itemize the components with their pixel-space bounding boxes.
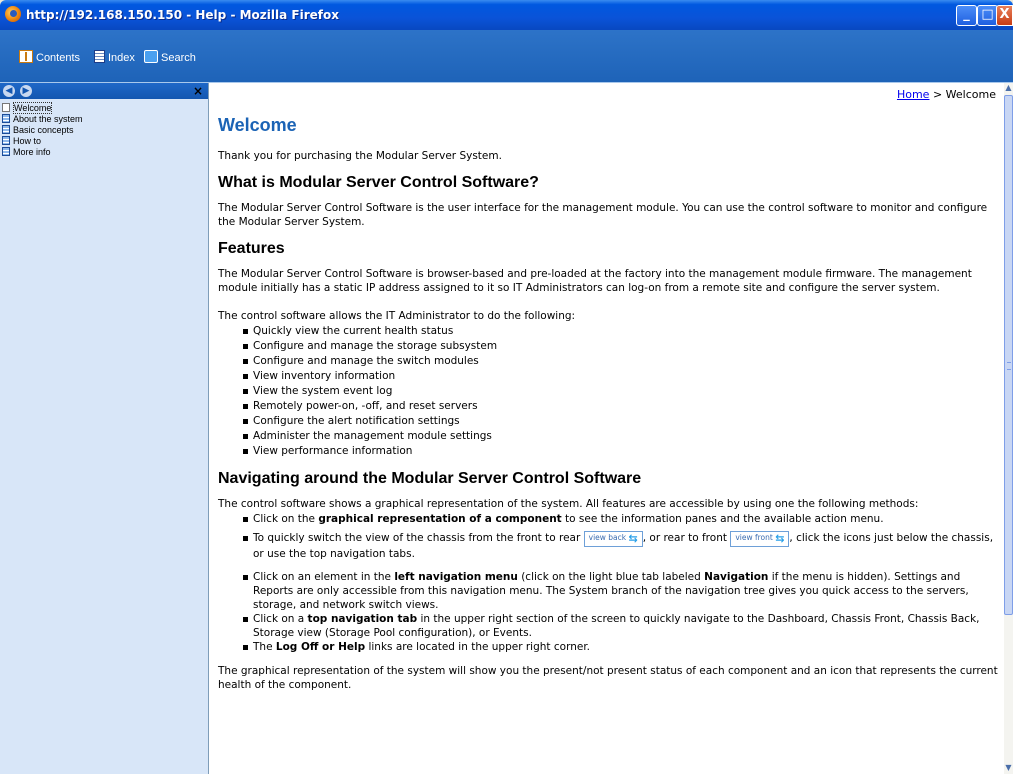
what-is-text: The Modular Server Control Software is t… xyxy=(218,202,988,228)
view-front-button[interactable]: view front ⇆ xyxy=(730,531,790,547)
tree-item-label: About the system xyxy=(13,114,83,124)
scroll-down-icon[interactable]: ▼ xyxy=(1004,763,1013,773)
text: To quickly switch the view of the chassi… xyxy=(253,532,584,544)
tree-item-label: Basic concepts xyxy=(13,125,74,135)
navigating-list: Click on the graphical representation of… xyxy=(218,512,998,654)
list-item: The Log Off or Help links are located in… xyxy=(243,640,998,654)
scrollbar-thumb[interactable] xyxy=(1004,95,1013,615)
section-heading-what-is: What is Modular Server Control Software? xyxy=(218,174,539,191)
list-item: Click on a top navigation tab in the upp… xyxy=(243,612,998,640)
tree-item-label: How to xyxy=(13,136,42,146)
list-item: Configure the alert notification setting… xyxy=(243,414,998,429)
article-body: Welcome Thank you for purchasing the Mod… xyxy=(218,115,998,703)
tab-index-label: Index xyxy=(108,52,135,64)
features-text: The Modular Server Control Software is b… xyxy=(218,268,972,294)
tree-item-label: Welcome xyxy=(13,102,53,114)
maximize-button[interactable]: □ xyxy=(977,5,998,26)
list-item: View performance information xyxy=(243,444,998,459)
tab-search-label: Search xyxy=(161,52,196,64)
intro-text: Thank you for purchasing the Modular Ser… xyxy=(218,150,502,162)
tab-contents[interactable]: Contents xyxy=(19,50,80,64)
back-icon[interactable]: ◀ xyxy=(3,85,15,97)
grip-icon xyxy=(1007,362,1011,370)
section-heading-navigating: Navigating around the Modular Server Con… xyxy=(218,470,642,487)
tree-item-label: More info xyxy=(13,147,51,157)
text: Click on an element in the xyxy=(253,571,395,583)
list-item: Administer the management module setting… xyxy=(243,429,998,444)
tree-item-how-to[interactable]: How to xyxy=(2,136,83,146)
allows-text: The control software allows the IT Admin… xyxy=(218,310,576,322)
breadcrumb-current: Welcome xyxy=(945,88,996,101)
page-icon xyxy=(2,103,10,112)
list-item: View inventory information xyxy=(243,369,998,384)
navigating-intro: The control software shows a graphical r… xyxy=(218,498,919,510)
tree-item-more-info[interactable]: More info xyxy=(2,147,83,157)
swap-arrows-icon: ⇆ xyxy=(775,532,785,545)
tab-search[interactable]: Search xyxy=(144,50,196,64)
list-item: Configure and manage the switch modules xyxy=(243,354,998,369)
list-item: Quickly view the current health status xyxy=(243,324,998,339)
section-heading-features: Features xyxy=(218,240,285,257)
search-icon xyxy=(144,50,158,63)
text: links are located in the upper right cor… xyxy=(365,641,591,653)
help-content-pane: Home > Welcome Welcome Thank you for pur… xyxy=(209,83,1004,774)
bold-text: left navigation menu xyxy=(394,571,518,583)
index-icon xyxy=(94,50,105,63)
contents-tree: Welcome About the system Basic concepts … xyxy=(2,102,83,158)
close-pane-button[interactable]: × xyxy=(193,83,203,99)
close-window-button[interactable]: X xyxy=(996,5,1013,26)
book-icon xyxy=(2,114,10,123)
list-item: Configure and manage the storage subsyst… xyxy=(243,339,998,354)
tree-item-basic-concepts[interactable]: Basic concepts xyxy=(2,125,83,135)
scroll-up-icon[interactable]: ▲ xyxy=(1004,83,1013,93)
book-icon xyxy=(2,147,10,156)
contents-pane: ◀ ▶ × Welcome About the system Basic con… xyxy=(0,83,209,774)
page-title: Welcome xyxy=(218,115,297,135)
tab-index[interactable]: Index xyxy=(94,50,135,64)
view-front-label: view front xyxy=(735,533,773,542)
closing-text: The graphical representation of the syst… xyxy=(218,665,998,691)
bold-text: graphical representation of a component xyxy=(318,513,562,525)
forward-icon[interactable]: ▶ xyxy=(20,85,32,97)
tree-item-about-the-system[interactable]: About the system xyxy=(2,114,83,124)
window-titlebar[interactable]: http://192.168.150.150 - Help - Mozilla … xyxy=(0,0,1013,30)
tab-contents-label: Contents xyxy=(36,52,81,64)
contents-pane-header: ◀ ▶ × xyxy=(0,83,208,99)
swap-arrows-icon: ⇆ xyxy=(628,532,638,545)
view-back-button[interactable]: view back ⇆ xyxy=(583,531,643,547)
text: , or rear to front xyxy=(642,532,731,544)
text: Click on a xyxy=(253,613,308,625)
book-icon xyxy=(2,136,10,145)
breadcrumb-separator: > xyxy=(929,88,946,101)
bold-text: top navigation tab xyxy=(307,613,418,625)
view-back-label: view back xyxy=(588,533,627,542)
content-scrollbar[interactable]: ▲ ▼ xyxy=(1004,83,1013,774)
tree-item-welcome[interactable]: Welcome xyxy=(2,102,83,114)
help-toolbar: Contents Index Search xyxy=(0,30,1013,83)
text: The xyxy=(253,641,276,653)
text: Click on the xyxy=(253,513,319,525)
list-item: Click on an element in the left navigati… xyxy=(243,570,998,612)
firefox-icon xyxy=(5,6,21,22)
bold-text: Log Off or Help xyxy=(275,641,366,653)
list-item: To quickly switch the view of the chassi… xyxy=(243,531,998,561)
text: (click on the light blue tab labeled xyxy=(517,571,705,583)
breadcrumb: Home > Welcome xyxy=(897,88,996,101)
features-list: Quickly view the current health status C… xyxy=(218,324,998,459)
breadcrumb-home-link[interactable]: Home xyxy=(897,88,929,101)
window-title: http://192.168.150.150 - Help - Mozilla … xyxy=(26,8,339,22)
list-item: Remotely power-on, -off, and reset serve… xyxy=(243,399,998,414)
minimize-button[interactable]: _ xyxy=(956,5,977,26)
list-item: View the system event log xyxy=(243,384,998,399)
book-icon xyxy=(2,125,10,134)
book-icon xyxy=(19,50,33,63)
text: to see the information panes and the ava… xyxy=(561,513,884,525)
bold-text: Navigation xyxy=(704,571,769,583)
list-item: Click on the graphical representation of… xyxy=(243,512,998,526)
